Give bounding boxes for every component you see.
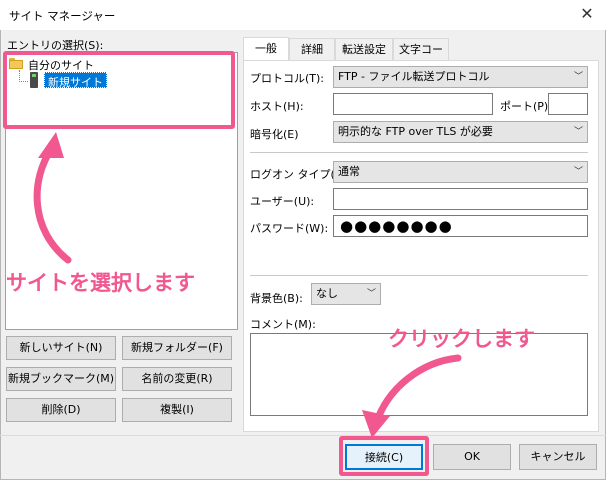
tab-transfer-settings[interactable]: 転送設定 [335, 38, 393, 60]
close-icon[interactable]: ✕ [573, 2, 601, 26]
comment-label: コメント(M): [250, 318, 316, 331]
annotation-arrow-up [33, 132, 72, 264]
host-label: ホスト(H): [250, 100, 304, 113]
delete-button[interactable]: 削除(D) [6, 398, 116, 422]
encryption-label: 暗号化(E) [250, 128, 299, 141]
divider [250, 275, 588, 276]
logon-type-select[interactable]: 通常 ﹀ [333, 161, 588, 183]
user-label: ユーザー(U): [250, 195, 315, 208]
divider [250, 152, 588, 153]
protocol-select[interactable]: FTP - ファイル転送プロトコル ﹀ [333, 66, 588, 88]
port-input[interactable] [548, 93, 588, 115]
new-folder-button[interactable]: 新規フォルダー(F) [122, 336, 232, 360]
protocol-value: FTP - ファイル転送プロトコル [338, 70, 490, 83]
bg-color-value: なし [316, 287, 338, 300]
tab-advanced[interactable]: 詳細 [289, 38, 335, 60]
port-label: ポート(P): [500, 100, 552, 113]
tab-charset[interactable]: 文字コード [393, 38, 449, 78]
encryption-value: 明示的な FTP over TLS が必要 [338, 125, 493, 138]
protocol-label: プロトコル(T): [250, 72, 325, 85]
password-label: パスワード(W): [250, 222, 329, 235]
bg-color-select[interactable]: なし ﹀ [311, 283, 381, 305]
user-input[interactable] [333, 188, 588, 210]
chevron-down-icon: ﹀ [366, 289, 376, 299]
chevron-down-icon: ﹀ [573, 127, 583, 137]
encryption-select[interactable]: 明示的な FTP over TLS が必要 ﹀ [333, 121, 588, 143]
logon-type-value: 通常 [338, 165, 360, 178]
duplicate-button[interactable]: 複製(I) [122, 398, 232, 422]
highlight-tree-selection [3, 51, 235, 129]
new-site-button[interactable]: 新しいサイト(N) [6, 336, 116, 360]
password-input[interactable]: ●●●●●●●● [333, 215, 588, 237]
annotation-arrow-down [362, 354, 462, 438]
bg-color-label: 背景色(B): [250, 292, 303, 305]
annotation-select-site: サイトを選択します [6, 271, 195, 295]
host-input[interactable] [333, 93, 493, 115]
new-bookmark-button[interactable]: 新規ブックマーク(M) [6, 367, 116, 391]
cancel-button[interactable]: キャンセル [519, 444, 597, 470]
chevron-down-icon: ﹀ [573, 72, 583, 82]
tab-general[interactable]: 一般 [243, 37, 289, 61]
password-mask: ●●●●●●●● [340, 217, 453, 235]
rename-button[interactable]: 名前の変更(R) [122, 367, 232, 391]
window-title: サイト マネージャー [9, 9, 116, 23]
chevron-down-icon: ﹀ [573, 167, 583, 177]
footer-divider [0, 435, 606, 436]
